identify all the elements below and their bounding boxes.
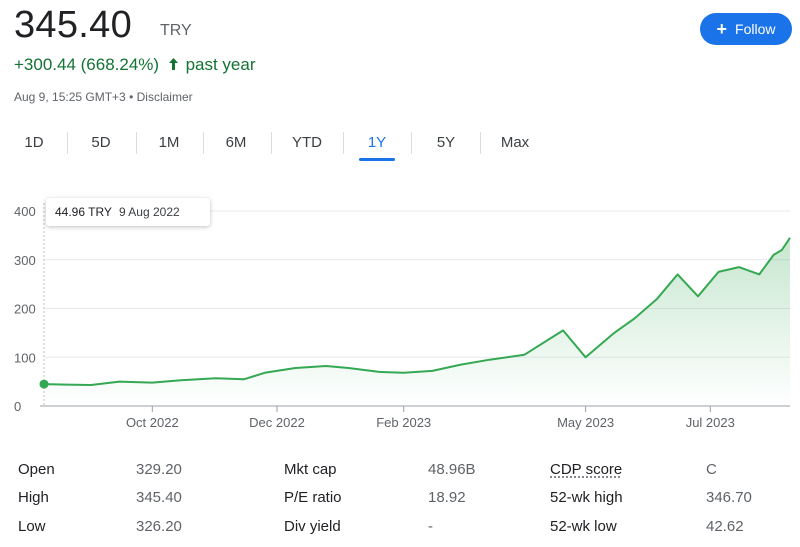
y-tick-label-400: 400 [14, 204, 36, 219]
stat-value-mkt-cap: 48.96B [428, 461, 476, 478]
tooltip-date: 9 Aug 2022 [118, 205, 180, 219]
current-price: 345.40 [14, 4, 133, 46]
change-value: +300.44 (668.24%) [14, 55, 160, 74]
quote-timestamp: Aug 9, 15:25 GMT+3 [14, 90, 126, 104]
stat-value-div-yield: - [428, 518, 433, 535]
tab-6m[interactable]: 6M [213, 122, 259, 162]
y-tick-label-100: 100 [14, 350, 36, 365]
x-tick-label-0: Oct 2022 [126, 415, 179, 430]
range-tabs: 1D 5D 1M 6M YTD 1Y 5Y Max [0, 122, 560, 166]
y-tick-label-300: 300 [14, 253, 36, 268]
plus-icon: + [716, 19, 728, 39]
tab-5y[interactable]: 5Y [424, 122, 468, 162]
stat-label-52wk-high: 52-wk high [550, 489, 623, 506]
x-tick-label-2: Feb 2023 [376, 415, 431, 430]
change-period: past year [185, 55, 256, 74]
tooltip-value: 44.96 TRY [55, 205, 112, 219]
tab-1m[interactable]: 1M [146, 122, 192, 162]
stat-value-52wk-low: 42.62 [706, 518, 744, 535]
stat-label-high: High [18, 489, 49, 506]
stat-value-pe-ratio: 18.92 [428, 489, 466, 506]
tab-ytd[interactable]: YTD [282, 122, 332, 162]
tab-divider [343, 132, 344, 154]
follow-label: Follow [735, 21, 776, 37]
stat-value-high: 345.40 [136, 489, 182, 506]
tab-5d[interactable]: 5D [78, 122, 124, 162]
stat-value-low: 326.20 [136, 518, 182, 535]
follow-button[interactable]: + Follow [700, 13, 792, 45]
tab-divider [411, 132, 412, 154]
tab-max[interactable]: Max [492, 122, 538, 162]
price-change: +300.44 (668.24%) past year [14, 55, 256, 75]
x-tick-label-4: Jul 2023 [686, 415, 735, 430]
arrow-up-icon [168, 58, 178, 70]
stat-label-pe-ratio: P/E ratio [284, 489, 342, 506]
currency-code: TRY [160, 22, 192, 39]
stat-value-52wk-high: 346.70 [706, 489, 752, 506]
stat-label-open: Open [18, 461, 55, 478]
chart-tooltip: 44.96 TRY 9 Aug 2022 [46, 198, 210, 226]
series-area [44, 237, 790, 406]
stat-label-mkt-cap: Mkt cap [284, 461, 337, 478]
y-tick-label-200: 200 [14, 302, 36, 317]
x-tick-label-1: Dec 2022 [249, 415, 305, 430]
tab-divider [271, 132, 272, 154]
stat-label-div-yield: Div yield [284, 518, 341, 535]
stat-value-open: 329.20 [136, 461, 182, 478]
stat-label-low: Low [18, 518, 46, 535]
tab-1y[interactable]: 1Y [355, 122, 399, 162]
disclaimer-link[interactable]: Disclaimer [137, 90, 193, 104]
hover-point [39, 379, 49, 389]
key-stats: Open 329.20 High 345.40 Low 326.20 Mkt c… [0, 455, 800, 545]
quote-meta: Aug 9, 15:25 GMT+3 • Disclaimer [14, 90, 193, 104]
stat-label-cdp-score[interactable]: CDP score [550, 461, 622, 478]
tab-divider [203, 132, 204, 154]
y-tick-label-0: 0 [14, 399, 21, 414]
tab-divider [480, 132, 481, 154]
stat-value-cdp-score: C [706, 461, 717, 478]
tab-1d[interactable]: 1D [12, 122, 56, 162]
tab-divider [67, 132, 68, 154]
meta-separator: • [129, 90, 134, 104]
tab-divider [136, 132, 137, 154]
stat-label-52wk-low: 52-wk low [550, 518, 617, 535]
x-tick-label-3: May 2023 [557, 415, 614, 430]
